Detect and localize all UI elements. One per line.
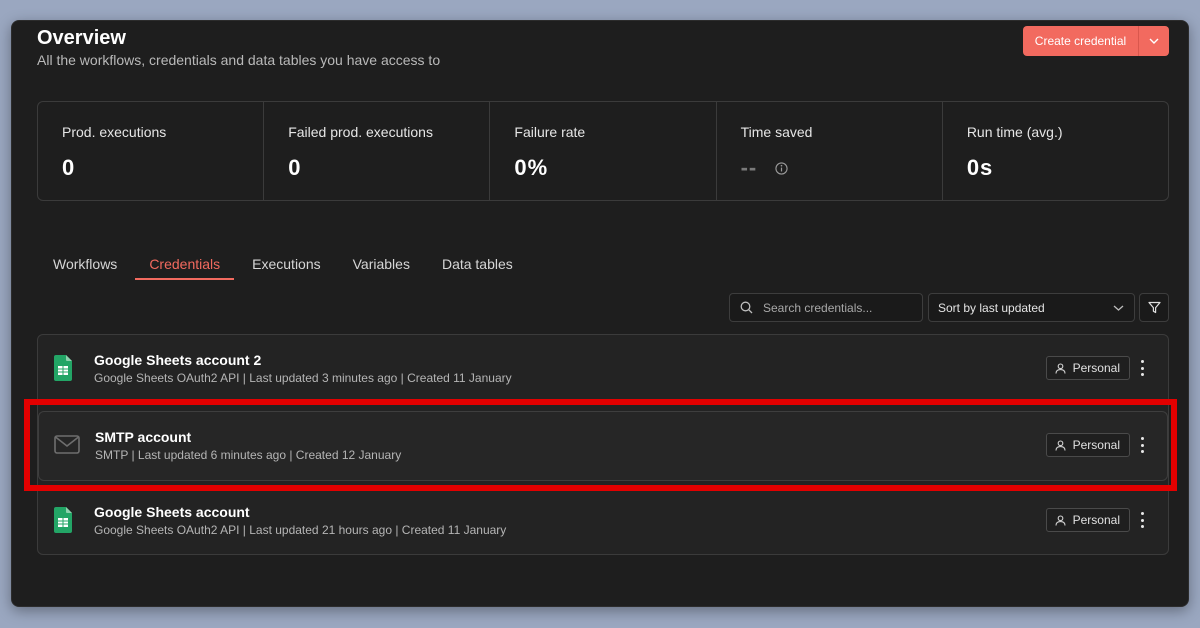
tab-credentials[interactable]: Credentials xyxy=(133,251,236,280)
search-icon xyxy=(740,301,753,314)
create-options-dropdown-button[interactable] xyxy=(1139,26,1169,56)
tab-variables[interactable]: Variables xyxy=(337,251,426,280)
create-credential-button-group: Create credential xyxy=(1023,26,1169,56)
filter-icon xyxy=(1147,301,1161,314)
google-sheets-icon xyxy=(54,507,72,533)
page-title: Overview xyxy=(37,27,126,49)
search-box xyxy=(729,293,923,322)
stat-label: Failure rate xyxy=(514,124,586,140)
stat-prod-executions: Prod. executions 0 xyxy=(38,102,265,200)
stat-value: 0% xyxy=(514,155,549,180)
page-subtitle: All the workflows, credentials and data … xyxy=(37,52,441,68)
stat-failed-prod-executions: Failed prod. executions 0 xyxy=(264,102,491,200)
info-icon[interactable] xyxy=(774,162,788,175)
stat-value: -- xyxy=(740,155,758,180)
stat-label: Failed prod. executions xyxy=(288,124,433,140)
stats-panel: Prod. executions 0 Failed prod. executio… xyxy=(37,101,1169,201)
stat-label: Prod. executions xyxy=(62,124,167,140)
user-icon xyxy=(1055,514,1066,526)
owner-badge: Personal xyxy=(1045,508,1130,532)
highlight-annotation-box xyxy=(24,399,1177,491)
tab-data-tables[interactable]: Data tables xyxy=(426,251,529,280)
owner-badge-label: Personal xyxy=(1072,361,1120,375)
sort-select[interactable]: Sort by last updated xyxy=(928,293,1135,322)
stat-time-saved: Time saved -- xyxy=(717,102,943,200)
owner-badge-label: Personal xyxy=(1072,513,1120,527)
user-icon xyxy=(1055,362,1066,374)
stat-value: 0s xyxy=(966,155,994,180)
tab-executions[interactable]: Executions xyxy=(236,251,336,280)
stat-value: 0 xyxy=(62,155,76,180)
credential-meta: Google Sheets OAuth2 API | Last updated … xyxy=(94,523,507,537)
stat-failure-rate: Failure rate 0% xyxy=(490,102,717,200)
app-window: Overview All the workflows, credentials … xyxy=(11,20,1189,607)
chevron-down-icon xyxy=(1113,305,1124,311)
credential-meta: Google Sheets OAuth2 API | Last updated … xyxy=(94,371,512,385)
more-actions-button[interactable] xyxy=(1139,512,1145,528)
chevron-down-icon xyxy=(1149,38,1159,44)
sort-select-value: Sort by last updated xyxy=(938,300,1045,315)
credential-row[interactable]: Google Sheets account Google Sheets OAut… xyxy=(38,487,1168,557)
credential-name: Google Sheets account xyxy=(94,504,250,520)
credential-row[interactable]: Google Sheets account 2 Google Sheets OA… xyxy=(38,335,1168,405)
create-credential-button[interactable]: Create credential xyxy=(1023,26,1139,56)
search-input[interactable] xyxy=(763,300,913,315)
stat-run-time: Run time (avg.) 0s xyxy=(943,102,1168,200)
tab-workflows[interactable]: Workflows xyxy=(37,251,133,280)
owner-badge: Personal xyxy=(1045,356,1130,380)
stat-value: 0 xyxy=(288,155,302,180)
stat-label: Time saved xyxy=(740,124,813,140)
credential-name: Google Sheets account 2 xyxy=(94,352,262,368)
filter-button[interactable] xyxy=(1139,293,1169,322)
google-sheets-icon xyxy=(54,355,72,381)
stat-label: Run time (avg.) xyxy=(966,124,1063,140)
more-actions-button[interactable] xyxy=(1139,360,1145,376)
tab-bar: Workflows Credentials Executions Variabl… xyxy=(37,251,529,280)
